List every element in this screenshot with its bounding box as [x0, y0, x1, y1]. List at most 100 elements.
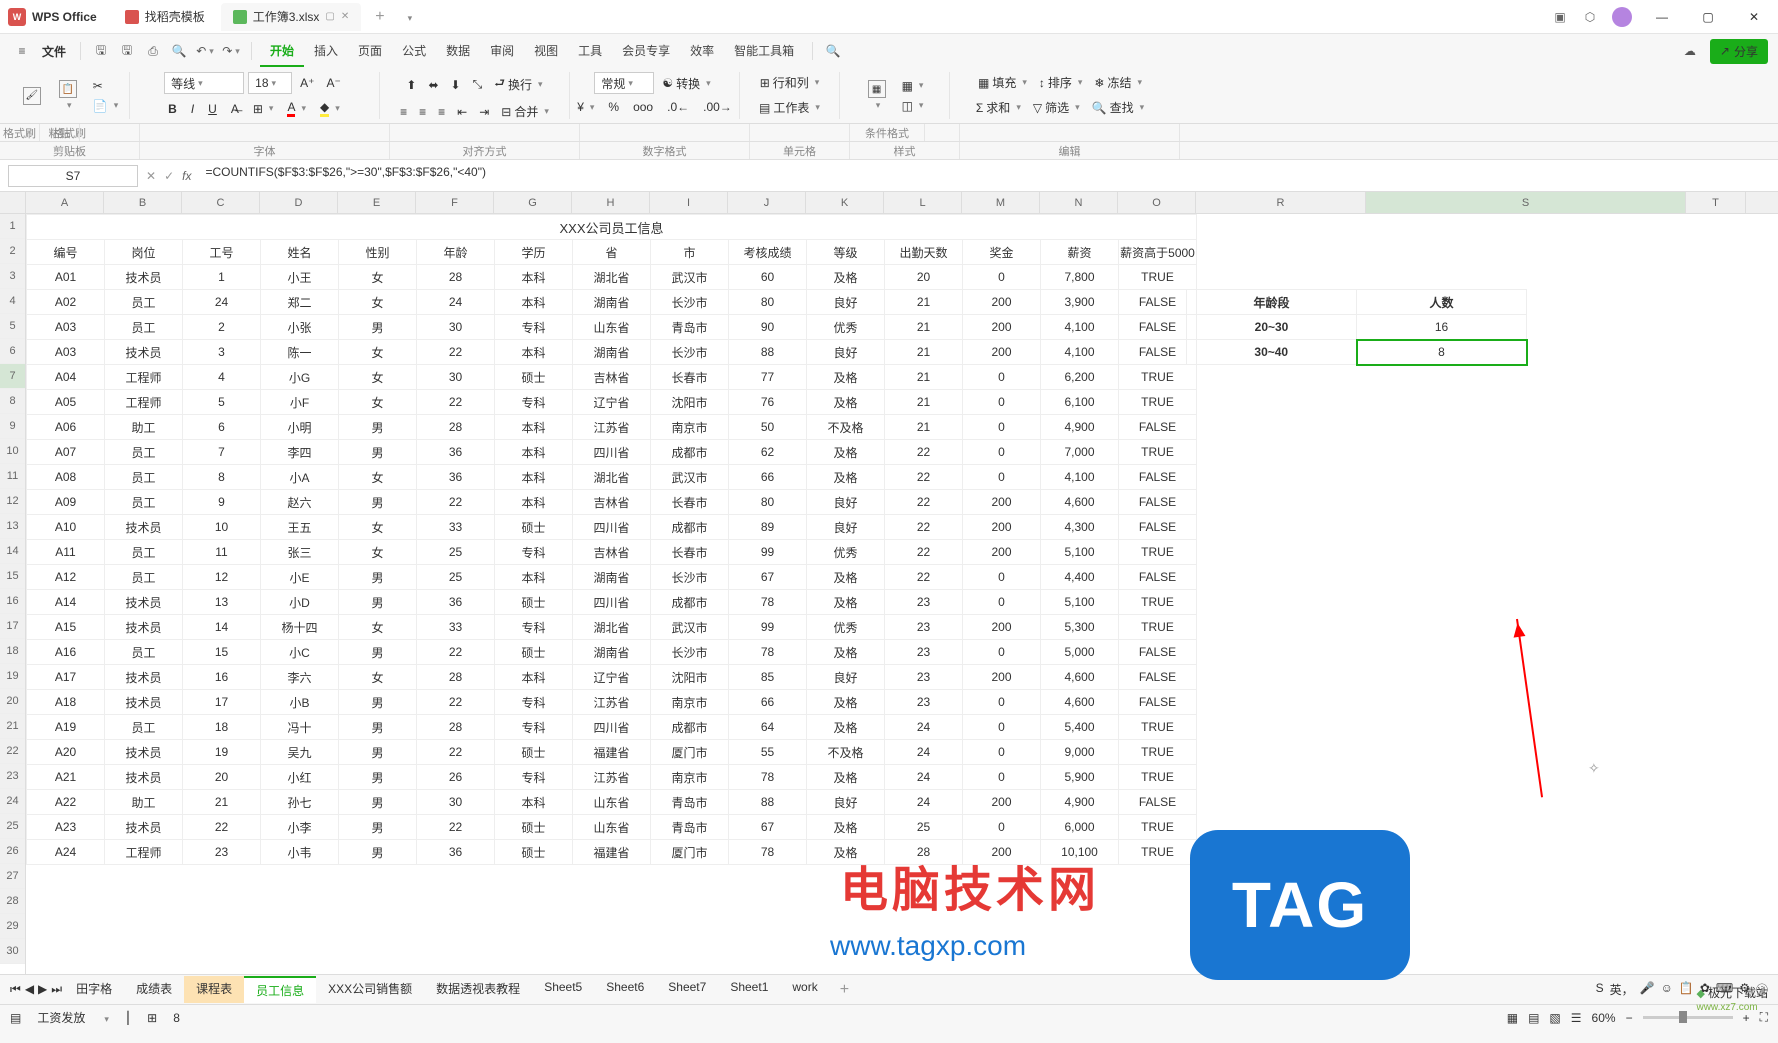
view-normal-icon[interactable]: ▦	[1507, 1011, 1518, 1025]
close-icon[interactable]: ✕	[341, 11, 349, 22]
indent-inc-button[interactable]: ⇥	[475, 101, 493, 122]
worksheet-button[interactable]: ▤工作表	[755, 97, 824, 118]
align-left-button[interactable]: ≡	[396, 101, 411, 122]
comma-button[interactable]: ooo	[629, 98, 657, 116]
row-header-22[interactable]: 22	[0, 739, 25, 764]
row-header-19[interactable]: 19	[0, 664, 25, 689]
menu-file[interactable]: 文件	[36, 43, 72, 60]
zoom-value[interactable]: 60%	[1592, 1011, 1616, 1025]
convert-button[interactable]: ☯转换	[658, 72, 714, 94]
menu-智能工具箱[interactable]: 智能工具箱	[724, 36, 804, 67]
bold-button[interactable]: B	[164, 98, 181, 119]
col-header-A[interactable]: A	[26, 192, 104, 213]
row-header-11[interactable]: 11	[0, 464, 25, 489]
cube-icon[interactable]: ⬡	[1582, 9, 1598, 25]
selected-cell[interactable]: 8	[1357, 340, 1527, 365]
col-header-J[interactable]: J	[728, 192, 806, 213]
row-header-30[interactable]: 30	[0, 939, 25, 964]
row-header-12[interactable]: 12	[0, 489, 25, 514]
orientation-button[interactable]: ⤡	[469, 72, 487, 97]
filter-button[interactable]: ▽筛选	[1029, 97, 1084, 118]
italic-button[interactable]: I	[187, 98, 198, 119]
sort-button[interactable]: ↕排序	[1035, 72, 1087, 93]
menu-数据[interactable]: 数据	[436, 36, 480, 67]
cloud-icon[interactable]: ☁	[1678, 39, 1702, 63]
cancel-icon[interactable]: ✕	[146, 169, 156, 183]
sheet-tab-XXX公司销售额[interactable]: XXX公司销售额	[316, 976, 424, 1003]
cell-style-button[interactable]: ◫	[898, 97, 928, 115]
row-header-13[interactable]: 13	[0, 514, 25, 539]
sheet-tab-课程表[interactable]: 课程表	[184, 976, 244, 1003]
tab-template[interactable]: 找稻壳模板	[113, 3, 217, 31]
find-button[interactable]: 🔍查找	[1088, 97, 1149, 118]
row-header-29[interactable]: 29	[0, 914, 25, 939]
menu-工具[interactable]: 工具	[568, 36, 612, 67]
row-header-3[interactable]: 3	[0, 264, 25, 289]
increase-font-button[interactable]: A⁺	[296, 72, 318, 94]
view-page-icon[interactable]: ▤	[1528, 1011, 1539, 1025]
first-sheet-icon[interactable]: ⏮	[10, 982, 21, 997]
sheet-tab-田字格[interactable]: 田字格	[64, 976, 124, 1003]
maximize-icon[interactable]: ▢	[325, 11, 334, 22]
rowcol-button[interactable]: ⊞行和列	[756, 72, 824, 93]
fill-color-button[interactable]: ◆	[316, 98, 344, 119]
new-tab-button[interactable]: +	[365, 8, 394, 26]
row-header-26[interactable]: 26	[0, 839, 25, 864]
align-right-button[interactable]: ≡	[434, 101, 449, 122]
fill-button[interactable]: ▦填充	[974, 72, 1031, 93]
emoji-icon[interactable]: ☺	[1661, 981, 1673, 998]
col-header-F[interactable]: F	[416, 192, 494, 213]
font-color-button[interactable]: A	[283, 98, 310, 119]
hamburger-icon[interactable]: ≡	[10, 39, 34, 63]
row-header-24[interactable]: 24	[0, 789, 25, 814]
sheet-tab-Sheet7[interactable]: Sheet7	[656, 976, 718, 1003]
col-header-M[interactable]: M	[962, 192, 1040, 213]
row-header-4[interactable]: 4	[0, 289, 25, 314]
row-header-16[interactable]: 16	[0, 589, 25, 614]
align-center-button[interactable]: ≡	[415, 101, 430, 122]
sheet-tab-成绩表[interactable]: 成绩表	[124, 976, 184, 1003]
paste-button[interactable]: 📋	[53, 78, 83, 113]
align-middle-button[interactable]: ⬌	[424, 72, 442, 97]
align-bottom-button[interactable]: ⬇	[447, 72, 465, 97]
sheet-tab-数据透视表教程[interactable]: 数据透视表教程	[424, 976, 532, 1003]
select-all-corner[interactable]	[0, 192, 26, 214]
copy-button[interactable]: 📄	[89, 97, 122, 115]
strike-button[interactable]: A̶	[227, 98, 243, 119]
col-header-K[interactable]: K	[806, 192, 884, 213]
sheet-tab-Sheet5[interactable]: Sheet5	[532, 976, 594, 1003]
menu-页面[interactable]: 页面	[348, 36, 392, 67]
font-name-select[interactable]: 等线	[164, 72, 244, 94]
row-header-20[interactable]: 20	[0, 689, 25, 714]
col-header-B[interactable]: B	[104, 192, 182, 213]
search-icon[interactable]: 🔍	[821, 39, 845, 63]
row-header-1[interactable]: 1	[0, 214, 25, 239]
share-button[interactable]: ↗分享	[1710, 39, 1768, 64]
lang-icon[interactable]: 英，	[1610, 981, 1634, 998]
confirm-icon[interactable]: ✓	[164, 169, 174, 183]
fx-icon[interactable]: fx	[182, 169, 191, 183]
col-header-R[interactable]: R	[1196, 192, 1366, 213]
last-sheet-icon[interactable]: ⏭	[51, 982, 62, 997]
sheet-tab-员工信息[interactable]: 员工信息	[244, 976, 316, 1003]
menu-审阅[interactable]: 审阅	[480, 36, 524, 67]
col-header-L[interactable]: L	[884, 192, 962, 213]
sheet-tab-work[interactable]: work	[780, 976, 829, 1003]
menu-效率[interactable]: 效率	[680, 36, 724, 67]
col-header-N[interactable]: N	[1040, 192, 1118, 213]
row-header-15[interactable]: 15	[0, 564, 25, 589]
minimize-button[interactable]: —	[1646, 10, 1678, 24]
border-button[interactable]: ⊞	[249, 98, 278, 119]
print-icon[interactable]: ⎙	[141, 39, 165, 63]
close-button[interactable]: ✕	[1738, 10, 1770, 24]
col-header-D[interactable]: D	[260, 192, 338, 213]
row-header-17[interactable]: 17	[0, 614, 25, 639]
zoom-slider[interactable]	[1643, 1016, 1733, 1019]
row-header-2[interactable]: 2	[0, 239, 25, 264]
menu-插入[interactable]: 插入	[304, 36, 348, 67]
percent-button[interactable]: %	[604, 98, 623, 116]
menu-开始[interactable]: 开始	[260, 36, 304, 67]
row-header-5[interactable]: 5	[0, 314, 25, 339]
view-break-icon[interactable]: ▧	[1549, 1011, 1560, 1025]
redo-icon[interactable]: ↷	[219, 39, 243, 63]
